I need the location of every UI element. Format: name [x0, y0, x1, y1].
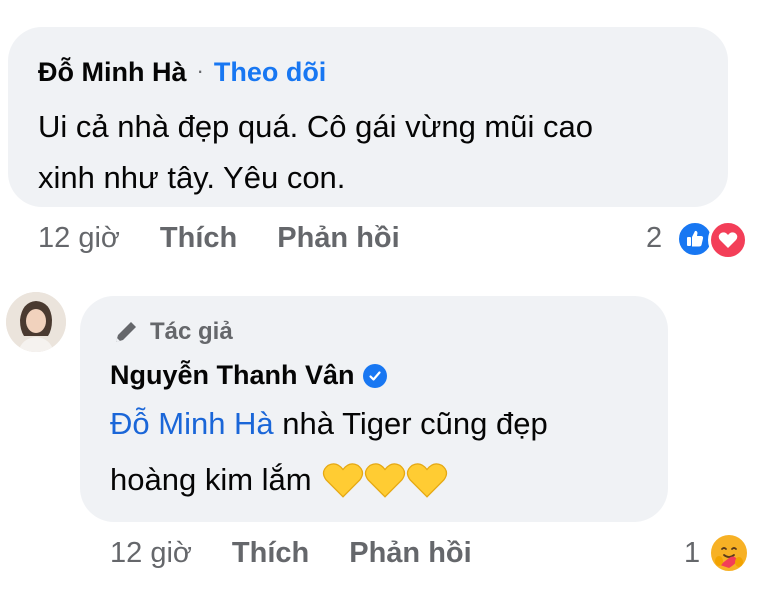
- reaction-count[interactable]: 2: [646, 222, 662, 255]
- comment-time[interactable]: 12 giờ: [38, 222, 120, 254]
- pencil-icon: [116, 322, 136, 342]
- avatar[interactable]: [6, 292, 66, 352]
- comment-text-line: Ui cả nhà đẹp quá. Cô gái vừng mũi cao: [38, 109, 593, 144]
- avatar-image: [6, 292, 66, 352]
- reaction-count[interactable]: 1: [684, 537, 700, 570]
- reply-text-segment: hoàng kim lắm: [110, 462, 312, 497]
- love-icon[interactable]: [708, 220, 748, 260]
- yellow-heart-icon: [322, 463, 363, 498]
- reply-text-segment: nhà Tiger cũng đẹp: [273, 406, 548, 441]
- follow-button[interactable]: Theo dõi: [214, 57, 326, 88]
- reply-author[interactable]: Nguyễn Thanh Vân: [110, 360, 355, 391]
- like-button[interactable]: Thích: [160, 222, 237, 254]
- reply-text-line: Đỗ Minh Hà nhà Tiger cũng đẹp: [110, 396, 548, 452]
- author-badge-label: Tác giả: [150, 318, 233, 345]
- comment-text-line: xinh như tây. Yêu con.: [38, 160, 346, 195]
- heart-icon: [718, 232, 738, 248]
- reply-header: Nguyễn Thanh Vân: [110, 360, 387, 391]
- reply-bubble: Tác giả Nguyễn Thanh Vân Đỗ Minh Hà nhà …: [80, 296, 668, 522]
- like-button[interactable]: Thích: [232, 537, 309, 569]
- comment-actions: 12 giờ Thích Phản hồi: [38, 222, 400, 255]
- comment-header: Đỗ Minh Hà · Theo dõi: [38, 57, 326, 88]
- verified-badge-icon: [362, 363, 387, 388]
- reply-time[interactable]: 12 giờ: [110, 537, 192, 569]
- yellow-heart-icon: [406, 463, 447, 498]
- reply-button[interactable]: Phản hồi: [349, 537, 471, 569]
- comment-text: Ui cả nhà đẹp quá. Cô gái vừng mũi cao x…: [38, 101, 593, 203]
- thumbs-up-icon: [687, 230, 704, 247]
- comment-bubble: Đỗ Minh Hà · Theo dõi Ui cả nhà đẹp quá.…: [8, 27, 728, 207]
- emoji-group: [322, 460, 448, 500]
- yellow-heart-icon: [364, 463, 405, 498]
- care-emoji-icon: [712, 536, 746, 570]
- care-icon[interactable]: [708, 532, 750, 574]
- reply-text-line: hoàng kim lắm: [110, 452, 548, 508]
- separator-dot: ·: [196, 58, 204, 83]
- reply-button[interactable]: Phản hồi: [277, 222, 399, 254]
- author-badge: Tác giả: [112, 318, 233, 346]
- reply-text: Đỗ Minh Hà nhà Tiger cũng đẹp hoàng kim …: [110, 396, 548, 508]
- reply-actions: 12 giờ Thích Phản hồi: [110, 537, 472, 570]
- mention-link[interactable]: Đỗ Minh Hà: [110, 406, 274, 441]
- comment-author[interactable]: Đỗ Minh Hà: [38, 57, 187, 88]
